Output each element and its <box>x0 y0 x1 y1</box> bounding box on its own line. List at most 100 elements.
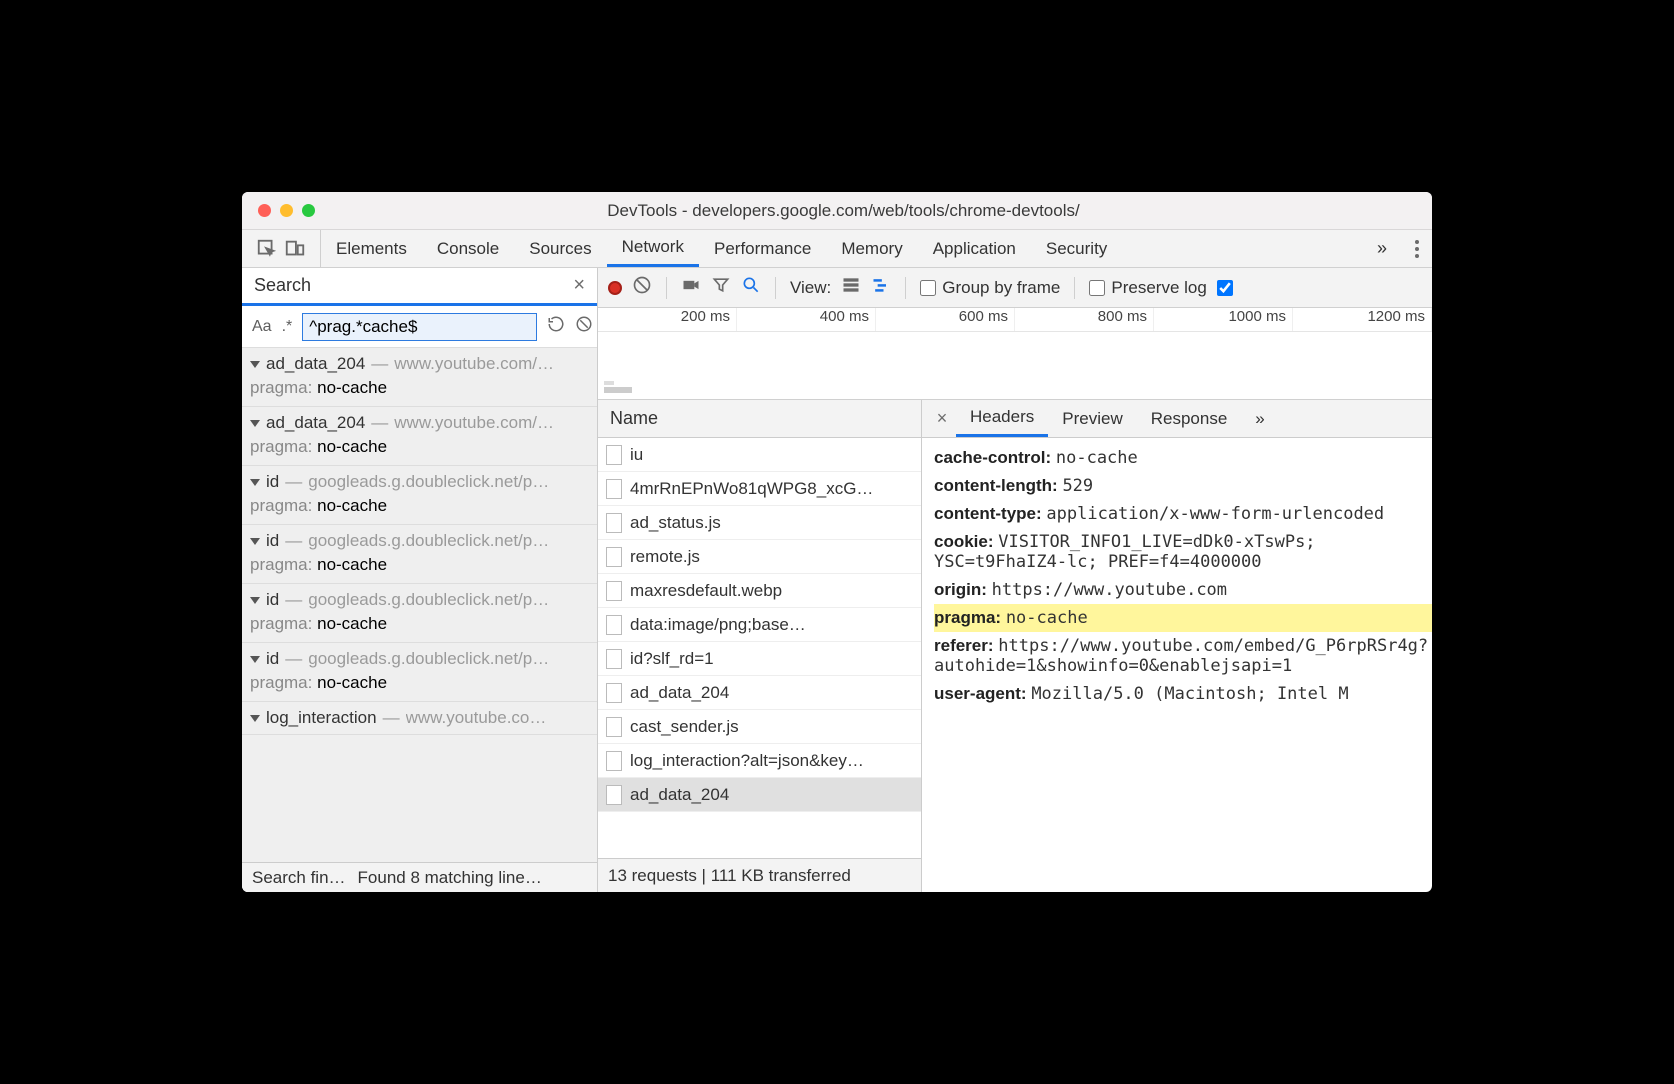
request-row[interactable]: ad_status.js <box>598 506 921 540</box>
detail-tab-headers[interactable]: Headers <box>956 400 1048 437</box>
request-row[interactable]: remote.js <box>598 540 921 574</box>
zoom-window-button[interactable] <box>302 204 315 217</box>
search-icon[interactable] <box>741 275 761 300</box>
request-row[interactable]: maxresdefault.webp <box>598 574 921 608</box>
document-icon <box>606 547 622 567</box>
tab-console[interactable]: Console <box>422 230 514 267</box>
case-toggle[interactable]: Aa <box>252 318 272 336</box>
clear-icon[interactable] <box>632 275 652 300</box>
document-icon <box>606 649 622 669</box>
header-row: origin: https://www.youtube.com <box>934 576 1432 604</box>
status-left: Search fin… <box>252 868 346 888</box>
regex-toggle[interactable]: .* <box>282 318 293 336</box>
timeline-tick: 1200 ms <box>1293 308 1432 331</box>
request-row[interactable]: iu <box>598 438 921 472</box>
timeline-tick: 400 ms <box>737 308 876 331</box>
request-row[interactable]: ad_data_204 <box>598 676 921 710</box>
close-detail-icon[interactable]: × <box>928 408 956 429</box>
document-icon <box>606 581 622 601</box>
document-icon <box>606 785 622 805</box>
header-row: cookie: VISITOR_INFO1_LIVE=dDk0-xTswPs; … <box>934 528 1432 576</box>
header-row: user-agent: Mozilla/5.0 (Macintosh; Inte… <box>934 680 1432 708</box>
large-rows-icon[interactable] <box>841 275 861 300</box>
request-row[interactable]: ad_data_204 <box>598 778 921 812</box>
close-icon[interactable]: × <box>573 274 585 297</box>
inspect-icon[interactable] <box>256 238 278 260</box>
request-row[interactable]: id?slf_rd=1 <box>598 642 921 676</box>
tab-application[interactable]: Application <box>918 230 1031 267</box>
chevron-down-icon <box>250 420 260 427</box>
name-header[interactable]: Name <box>598 400 921 438</box>
search-input[interactable] <box>302 313 537 341</box>
window-title: DevTools - developers.google.com/web/too… <box>315 201 1432 221</box>
close-window-button[interactable] <box>258 204 271 217</box>
menu-icon[interactable] <box>1402 230 1432 267</box>
waterfall-icon[interactable] <box>871 275 891 300</box>
chevron-down-icon <box>250 538 260 545</box>
request-row[interactable]: cast_sender.js <box>598 710 921 744</box>
search-result[interactable]: id — googleads.g.doubleclick.net/p…pragm… <box>242 584 597 643</box>
tab-performance[interactable]: Performance <box>699 230 826 267</box>
detail-tab-preview[interactable]: Preview <box>1048 400 1136 437</box>
timeline-tick: 800 ms <box>1015 308 1154 331</box>
request-row[interactable]: 4mrRnEPnWo81qWPG8_xcG… <box>598 472 921 506</box>
search-status: Search fin… Found 8 matching line… <box>242 862 597 892</box>
search-title: Search <box>254 275 311 296</box>
devtools-window: DevTools - developers.google.com/web/too… <box>242 192 1432 892</box>
request-row[interactable]: data:image/png;base… <box>598 608 921 642</box>
tab-network[interactable]: Network <box>607 230 699 267</box>
record-button[interactable] <box>608 281 622 295</box>
timeline-tick: 1000 ms <box>1154 308 1293 331</box>
chevron-down-icon <box>250 479 260 486</box>
document-icon <box>606 513 622 533</box>
document-icon <box>606 479 622 499</box>
minimize-window-button[interactable] <box>280 204 293 217</box>
group-by-frame-checkbox[interactable]: Group by frame <box>920 278 1060 298</box>
chevron-down-icon <box>250 715 260 722</box>
search-results: ad_data_204 — www.youtube.com/…pragma: n… <box>242 348 597 862</box>
requests-list: iu4mrRnEPnWo81qWPG8_xcG…ad_status.jsremo… <box>598 438 921 858</box>
search-result[interactable]: id — googleads.g.doubleclick.net/p…pragm… <box>242 525 597 584</box>
request-row[interactable]: log_interaction?alt=json&key… <box>598 744 921 778</box>
clear-icon[interactable] <box>575 315 593 338</box>
main-tabs-row: ElementsConsoleSourcesNetworkPerformance… <box>242 230 1432 268</box>
tab-elements[interactable]: Elements <box>321 230 422 267</box>
header-row: content-type: application/x-www-form-url… <box>934 500 1432 528</box>
preserve-log-checkbox[interactable]: Preserve log <box>1089 278 1206 298</box>
requests-summary: 13 requests | 111 KB transferred <box>598 858 921 892</box>
search-controls: Aa .* <box>242 306 597 348</box>
disable-cache-checkbox[interactable] <box>1217 280 1233 296</box>
search-result[interactable]: ad_data_204 — www.youtube.com/…pragma: n… <box>242 348 597 407</box>
chevron-down-icon <box>250 597 260 604</box>
timeline-tick: 600 ms <box>876 308 1015 331</box>
document-icon <box>606 683 622 703</box>
search-result[interactable]: ad_data_204 — www.youtube.com/…pragma: n… <box>242 407 597 466</box>
search-result[interactable]: id — googleads.g.doubleclick.net/p…pragm… <box>242 466 597 525</box>
device-toggle-icon[interactable] <box>284 238 306 260</box>
camera-icon[interactable] <box>681 275 701 300</box>
timeline[interactable]: 200 ms400 ms600 ms800 ms1000 ms1200 ms <box>598 308 1432 400</box>
document-icon <box>606 751 622 771</box>
chevron-down-icon <box>250 656 260 663</box>
network-toolbar: View: Group by frame Preserve log <box>598 268 1432 308</box>
detail-tab-response[interactable]: Response <box>1137 400 1242 437</box>
search-header: Search × <box>242 268 597 306</box>
more-tabs-icon[interactable]: » <box>1241 400 1278 437</box>
status-right: Found 8 matching line… <box>358 868 542 888</box>
headers-body: cache-control: no-cachecontent-length: 5… <box>922 438 1432 892</box>
more-tabs-icon[interactable]: » <box>1362 230 1402 267</box>
tab-memory[interactable]: Memory <box>826 230 917 267</box>
chevron-down-icon <box>250 361 260 368</box>
document-icon <box>606 717 622 737</box>
document-icon <box>606 445 622 465</box>
filter-icon[interactable] <box>711 275 731 300</box>
tab-security[interactable]: Security <box>1031 230 1122 267</box>
tab-sources[interactable]: Sources <box>514 230 606 267</box>
refresh-icon[interactable] <box>547 315 565 338</box>
document-icon <box>606 615 622 635</box>
search-result[interactable]: id — googleads.g.doubleclick.net/p…pragm… <box>242 643 597 702</box>
search-result[interactable]: log_interaction — www.youtube.co… <box>242 702 597 735</box>
detail-tabs: × HeadersPreviewResponse» <box>922 400 1432 438</box>
traffic-lights <box>242 204 315 217</box>
search-panel: Search × Aa .* ad_data_204 — www.youtube… <box>242 268 598 892</box>
